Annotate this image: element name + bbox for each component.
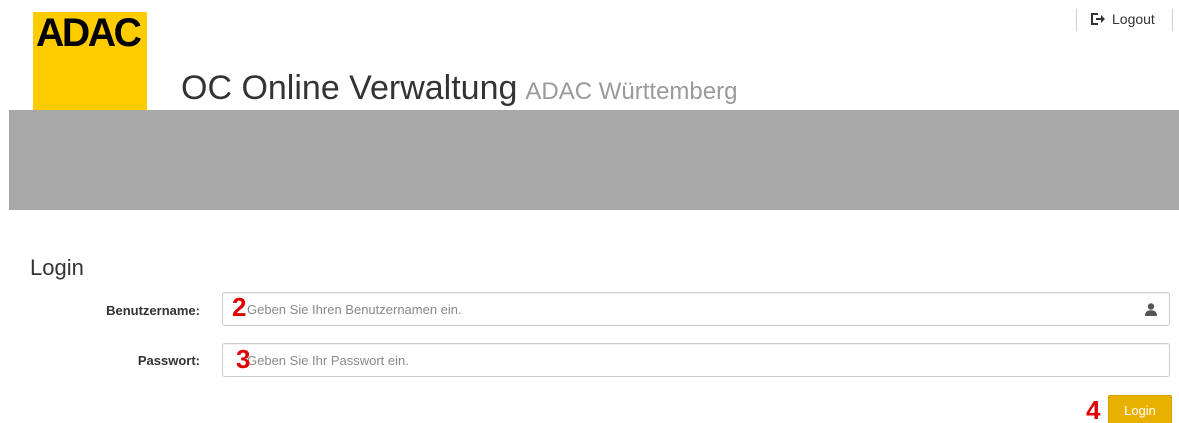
username-input[interactable] (247, 293, 1127, 325)
logout-icon (1091, 13, 1105, 25)
username-field-wrapper (222, 292, 1170, 326)
step-marker-username: 2 (232, 292, 247, 322)
password-input[interactable] (247, 344, 1127, 376)
logo-text: ADAC (36, 11, 142, 55)
logout-link[interactable]: Logout (1090, 9, 1155, 29)
password-label: Passwort: (137, 353, 200, 368)
logout-label: Logout (1112, 11, 1155, 27)
login-heading: Login (30, 255, 84, 280)
app-subtitle: ADAC Württemberg (525, 78, 738, 105)
login-page: ADAC OC Online Verwaltung ADAC Württember… (0, 0, 1179, 423)
page-title: OC Online Verwaltung ADAC Württemberg (181, 68, 737, 112)
logout-divider-right (1172, 9, 1173, 31)
username-label: Benutzername: (106, 303, 200, 318)
app-title-text: OC Online Verwaltung (181, 69, 518, 107)
adac-logo: ADAC (33, 12, 147, 125)
step-marker-login: 4 (1086, 395, 1101, 423)
password-field-wrapper (222, 343, 1170, 377)
step-marker-password: 3 (236, 344, 251, 374)
login-button[interactable]: Login (1108, 395, 1172, 423)
header-banner (9, 110, 1179, 210)
logout-divider-left (1076, 9, 1077, 31)
user-icon (1145, 303, 1157, 316)
